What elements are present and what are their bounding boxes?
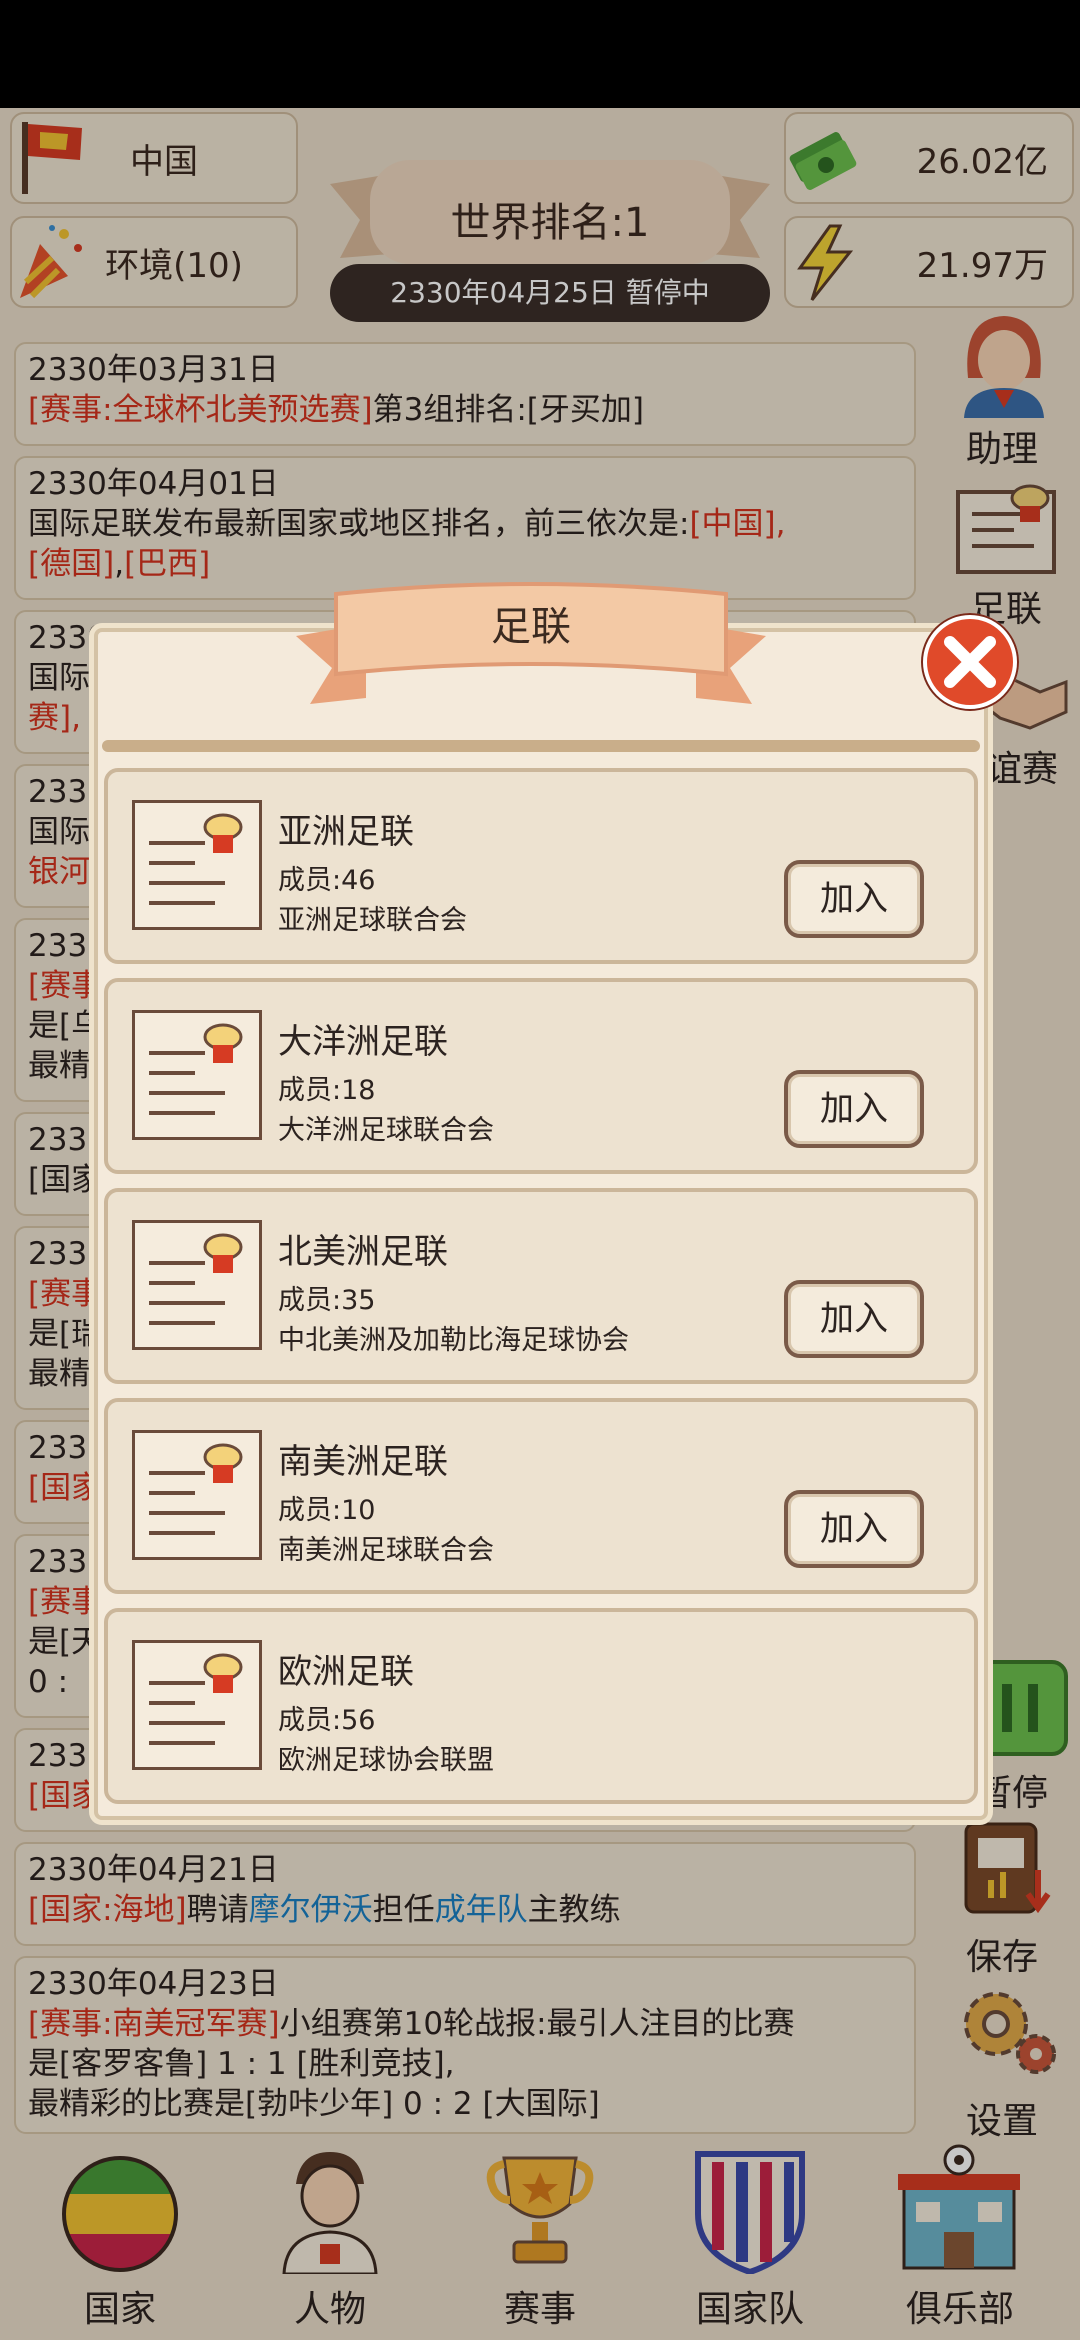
certificate-icon	[132, 1220, 262, 1350]
confed-name: 大洋洲足联	[278, 1022, 448, 1062]
confed-desc: 欧洲足球协会联盟	[278, 1745, 494, 1776]
confed-members: 成员:18	[278, 1075, 376, 1106]
close-icon[interactable]	[920, 612, 1020, 712]
confed-desc: 南美洲足球联合会	[278, 1535, 494, 1566]
confed-name: 亚洲足联	[278, 812, 414, 852]
confed-card: 大洋洲足联 成员:18 大洋洲足球联合会 加入	[104, 978, 978, 1174]
confed-name: 欧洲足联	[278, 1652, 414, 1692]
confed-members: 成员:35	[278, 1285, 376, 1316]
confed-name: 南美洲足联	[278, 1442, 448, 1482]
confed-members: 成员:10	[278, 1495, 376, 1526]
certificate-icon	[132, 1640, 262, 1770]
confed-card: 亚洲足联 成员:46 亚洲足球联合会 加入	[104, 768, 978, 964]
modal-divider	[102, 740, 980, 752]
modal-title: 足联	[491, 604, 571, 650]
join-button[interactable]: 加入	[784, 1280, 924, 1358]
confed-card: 欧洲足联 成员:56 欧洲足球协会联盟	[104, 1608, 978, 1804]
confed-card: 北美洲足联 成员:35 中北美洲及加勒比海足球协会 加入	[104, 1188, 978, 1384]
confed-desc: 大洋洲足球联合会	[278, 1115, 494, 1146]
certificate-icon	[132, 1010, 262, 1140]
confed-name: 北美洲足联	[278, 1232, 448, 1272]
confed-members: 成员:46	[278, 865, 376, 896]
confed-card: 南美洲足联 成员:10 南美洲足球联合会 加入	[104, 1398, 978, 1594]
confed-desc: 中北美洲及加勒比海足球协会	[278, 1325, 629, 1356]
join-button[interactable]: 加入	[784, 1490, 924, 1568]
join-button[interactable]: 加入	[784, 1070, 924, 1148]
confed-desc: 亚洲足球联合会	[278, 905, 467, 936]
certificate-icon	[132, 1430, 262, 1560]
join-button[interactable]: 加入	[784, 860, 924, 938]
certificate-icon	[132, 800, 262, 930]
confed-members: 成员:56	[278, 1705, 376, 1736]
